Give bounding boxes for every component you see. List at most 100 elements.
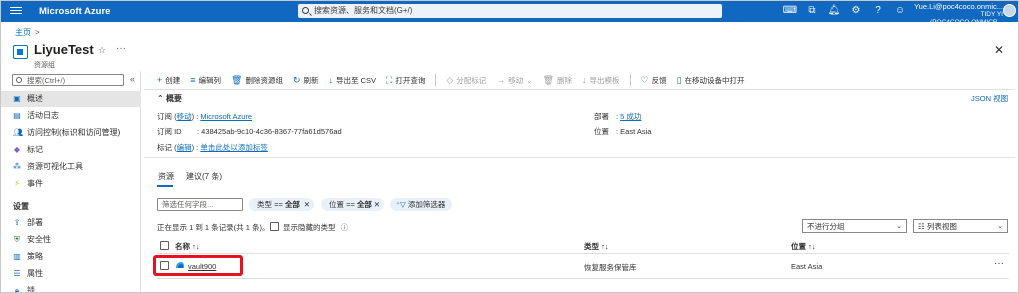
add-tags-link[interactable]: 单击此处以添加标签: [200, 143, 268, 152]
left-nav: 搜索(Ctrl+/) « ▣ 概述 ▤ 活动日志 👥︎ 访问控制(标识和访问管理…: [1, 71, 141, 293]
show-hidden-checkbox[interactable]: [270, 222, 279, 231]
toolbar-divider: [435, 74, 437, 86]
nav-item-label: 安全性: [27, 235, 51, 244]
close-icon[interactable]: ✕: [304, 198, 310, 211]
chevron-up-icon: ⌃: [157, 94, 164, 103]
subscription-link[interactable]: Microsoft Azure: [200, 112, 252, 121]
nav-item-events[interactable]: ⚡ 事件: [9, 176, 141, 192]
location-value: East Asia: [620, 127, 652, 136]
edit-columns-label: 编辑列: [198, 76, 222, 85]
nav-item-deployments[interactable]: ⇪ 部署: [9, 215, 141, 231]
essentials-toggle[interactable]: ⌃ 概要: [157, 93, 182, 104]
account-info[interactable]: Yue.Li@poc4coco.onmic... TIDY YI (POC4CO…: [911, 3, 1003, 27]
subscription-move-link[interactable]: 移动: [177, 112, 192, 121]
nav-item-properties[interactable]: ☰ 属性: [9, 266, 141, 282]
nav-item-label: 访问控制(标识和访问管理): [27, 128, 121, 137]
info-icon[interactable]: ⓘ: [341, 223, 349, 232]
nav-item-label: 活动日志: [27, 111, 59, 120]
edit-columns-button[interactable]: ≡ 编辑列: [190, 74, 221, 87]
settings-gear-icon[interactable]: ⚙: [845, 4, 867, 18]
cloud-shell-icon[interactable]: ⌨: [779, 4, 801, 18]
assign-tags-button[interactable]: ◇ 分配标记: [446, 74, 486, 87]
delete-resource-group-button[interactable]: 🗑 删除资源组: [231, 74, 283, 87]
column-header-location[interactable]: 位置 ↑↓: [791, 241, 816, 252]
location-filter-value: 全部: [356, 200, 372, 209]
deployments-row: 部署: 5 成功: [594, 112, 642, 121]
notifications-icon[interactable]: 🔔︎: [823, 4, 845, 18]
row-more-options-icon[interactable]: ···: [994, 258, 1004, 269]
download-icon: ↓: [328, 75, 334, 85]
feedback-button[interactable]: ♡ 反馈: [641, 74, 667, 87]
delete-button[interactable]: 🗑 删除: [543, 74, 572, 87]
nav-item-tags[interactable]: ◆ 标记: [9, 142, 141, 158]
divider: [144, 157, 1015, 158]
delete-resource-group-label: 删除资源组: [245, 76, 283, 85]
close-icon[interactable]: ✕: [374, 198, 380, 211]
refresh-icon: ↻: [292, 75, 301, 85]
plus-icon: +: [157, 75, 163, 85]
tab-resources[interactable]: 资源: [158, 171, 174, 182]
hamburger-menu-icon[interactable]: [10, 5, 22, 17]
nav-item-security[interactable]: ⛨ 安全性: [9, 232, 141, 248]
location-filter-pill[interactable]: 位置 == 全部 ✕: [321, 198, 384, 211]
brand-title[interactable]: Microsoft Azure: [39, 6, 110, 17]
close-blade-icon[interactable]: ✕: [994, 43, 1004, 57]
global-search-input[interactable]: 搜索资源、服务和文档(G+/): [298, 4, 722, 18]
add-filter-icon: ⁺▽: [396, 200, 406, 209]
export-csv-button[interactable]: ↓ 导出至 CSV: [329, 74, 377, 87]
grouping-dropdown[interactable]: 不进行分组 ⌄: [802, 219, 907, 233]
help-icon[interactable]: ?: [867, 4, 889, 18]
nav-item-overview[interactable]: ▣ 概述: [1, 91, 141, 107]
view-dropdown[interactable]: ☷ 列表视图 ⌄: [913, 219, 1008, 233]
filter-input[interactable]: 筛选任何字段...: [157, 198, 243, 211]
breadcrumb-home-link[interactable]: 主页: [15, 28, 31, 37]
open-mobile-button[interactable]: ▯ 在移动设备中打开: [677, 74, 745, 87]
create-button[interactable]: + 创建: [157, 74, 180, 87]
collapse-nav-icon[interactable]: «: [130, 74, 135, 84]
subscription-id-value: 438425ab-9c10-4c36-8367-77fa61d576ad: [201, 127, 342, 136]
record-count: 正在显示 1 到 1 条记录(共 1 条)。: [157, 223, 270, 232]
feedback-icon: ♡: [640, 75, 649, 85]
avatar[interactable]: [1003, 4, 1016, 17]
select-all-checkbox[interactable]: [160, 241, 169, 250]
json-view-link[interactable]: JSON 视图: [971, 93, 1008, 104]
type-filter-value: 全部: [284, 200, 300, 209]
directory-filter-icon[interactable]: ⧉: [801, 4, 823, 18]
nav-item-access-control[interactable]: 👥︎ 访问控制(标识和访问管理): [9, 125, 141, 141]
open-query-button[interactable]: ⛶ 打开查询: [386, 74, 425, 87]
lock-icon: 🔒︎: [14, 286, 20, 293]
nav-search-input[interactable]: 搜索(Ctrl+/): [12, 74, 124, 86]
properties-icon: ☰: [13, 269, 21, 278]
resource-group-icon: [13, 45, 28, 59]
move-dropdown-button[interactable]: → 移动 ⌄: [496, 74, 532, 87]
nav-item-locks[interactable]: 🔒︎ 锁: [9, 283, 141, 293]
show-hidden-text: 显示隐藏的类型: [283, 223, 336, 232]
feedback-icon[interactable]: ☺: [889, 4, 911, 18]
tags-edit-link[interactable]: 编辑: [177, 143, 192, 152]
column-header-name[interactable]: 名称 ↑↓: [175, 241, 200, 252]
nav-item-resource-visualizer[interactable]: ⁂ 资源可视化工具: [9, 159, 141, 175]
account-email: Yue.Li@poc4coco.onmic...: [914, 2, 1003, 11]
export-template-button[interactable]: ↓ 导出模板: [582, 74, 620, 87]
visualizer-icon: ⁂: [13, 162, 21, 171]
view-value: 列表视图: [926, 222, 957, 231]
feedback-label: 反馈: [651, 76, 667, 85]
top-icon-bar: ⌨ ⧉ 🔔︎ ⚙ ? ☺: [779, 4, 911, 18]
tab-recommendations[interactable]: 建议(7 条): [186, 171, 222, 182]
grouping-value: 不进行分组: [807, 222, 845, 231]
export-csv-label: 导出至 CSV: [336, 76, 377, 85]
nav-item-activity-log[interactable]: ▤ 活动日志: [9, 108, 141, 124]
pin-icon[interactable]: ☆: [98, 45, 106, 56]
column-header-type[interactable]: 类型 ↑↓: [584, 241, 609, 252]
type-filter-pill[interactable]: 类型 == 全部 ✕: [249, 198, 314, 211]
resource-location: East Asia: [791, 262, 823, 271]
divider: [144, 89, 1015, 90]
nav-item-policies[interactable]: ▥ 策略: [9, 249, 141, 265]
refresh-button[interactable]: ↻ 刷新: [293, 74, 319, 87]
type-filter-label: 类型 ==: [257, 200, 285, 209]
add-filter-button[interactable]: ⁺▽ 添加筛选器: [390, 198, 452, 211]
deployments-link[interactable]: 5 成功: [620, 112, 641, 121]
list-view-icon: ☷: [918, 222, 925, 231]
create-label: 创建: [165, 76, 181, 85]
more-options-icon[interactable]: ···: [116, 43, 126, 54]
